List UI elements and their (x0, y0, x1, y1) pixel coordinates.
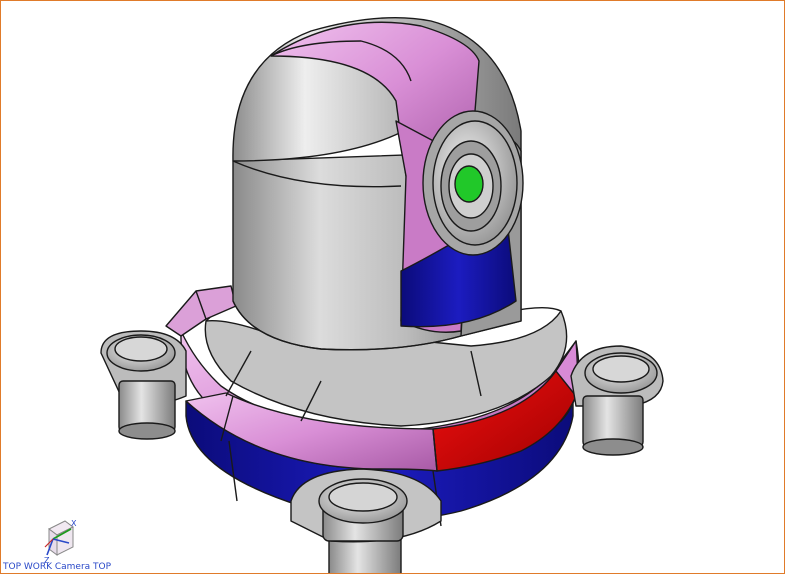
lens-green (454, 165, 484, 203)
triad-x-label: X (71, 519, 77, 528)
view-triad: X Z (44, 519, 77, 565)
view-label: TOP WORK Camera TOP (3, 562, 112, 572)
camera-model[interactable] (1, 1, 785, 574)
graphics-viewport[interactable]: X Z TOP WORK Camera TOP (0, 0, 785, 574)
